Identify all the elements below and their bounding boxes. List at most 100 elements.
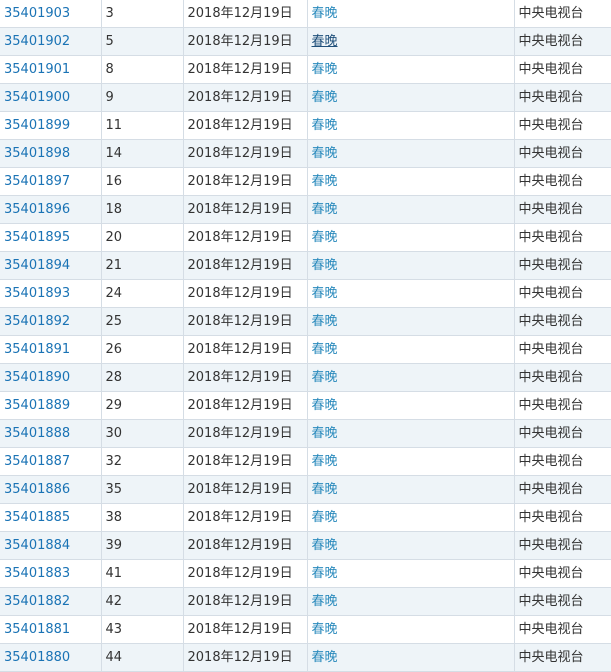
trademark-name-link[interactable]: 春晚 xyxy=(312,34,338,49)
reg-no-cell: 35401888 xyxy=(0,419,102,448)
trademark-name-link[interactable]: 春晚 xyxy=(312,398,338,413)
trademark-name-link[interactable]: 春晚 xyxy=(312,538,338,553)
reg-no-cell: 35401894 xyxy=(0,251,102,280)
trademark-name-link[interactable]: 春晚 xyxy=(312,566,338,581)
date-cell: 2018年12月19日 xyxy=(182,531,308,560)
trademark-name-link[interactable]: 春晚 xyxy=(312,314,338,329)
reg-no-link[interactable]: 35401896 xyxy=(4,202,70,217)
trademark-name-link[interactable]: 春晚 xyxy=(312,146,338,161)
name-cell: 春晚 xyxy=(306,279,515,308)
date-cell: 2018年12月19日 xyxy=(182,83,308,112)
applicant-cell: 中央电视台 xyxy=(513,167,611,196)
reg-no-link[interactable]: 35401881 xyxy=(4,622,70,637)
trademark-name-link[interactable]: 春晚 xyxy=(312,90,338,105)
reg-no-link[interactable]: 35401895 xyxy=(4,230,70,245)
table-row: 35401884 39 2018年12月19日 春晚 中央电视台 xyxy=(0,531,611,560)
applicant-cell: 中央电视台 xyxy=(513,503,611,532)
table-row: 35401898 14 2018年12月19日 春晚 中央电视台 xyxy=(0,139,611,168)
class-cell: 9 xyxy=(100,83,184,112)
reg-no-link[interactable]: 35401888 xyxy=(4,426,70,441)
applicant-cell: 中央电视台 xyxy=(513,111,611,140)
reg-no-link[interactable]: 35401901 xyxy=(4,62,70,77)
reg-no-link[interactable]: 35401880 xyxy=(4,650,70,665)
table-row: 35401886 35 2018年12月19日 春晚 中央电视台 xyxy=(0,475,611,504)
table-row: 35401894 21 2018年12月19日 春晚 中央电视台 xyxy=(0,251,611,280)
name-cell: 春晚 xyxy=(306,27,515,56)
class-cell: 41 xyxy=(100,559,184,588)
date-cell: 2018年12月19日 xyxy=(182,363,308,392)
reg-no-cell: 35401897 xyxy=(0,167,102,196)
trademark-name-link[interactable]: 春晚 xyxy=(312,342,338,357)
trademark-name-link[interactable]: 春晚 xyxy=(312,118,338,133)
class-cell: 3 xyxy=(100,0,184,28)
date-cell: 2018年12月19日 xyxy=(182,279,308,308)
reg-no-cell: 35401899 xyxy=(0,111,102,140)
table-row: 35401897 16 2018年12月19日 春晚 中央电视台 xyxy=(0,167,611,196)
trademark-name-link[interactable]: 春晚 xyxy=(312,6,338,21)
reg-no-link[interactable]: 35401902 xyxy=(4,34,70,49)
class-cell: 30 xyxy=(100,419,184,448)
applicant-cell: 中央电视台 xyxy=(513,307,611,336)
reg-no-link[interactable]: 35401891 xyxy=(4,342,70,357)
trademark-name-link[interactable]: 春晚 xyxy=(312,426,338,441)
date-cell: 2018年12月19日 xyxy=(182,587,308,616)
reg-no-link[interactable]: 35401897 xyxy=(4,174,70,189)
trademark-name-link[interactable]: 春晚 xyxy=(312,286,338,301)
reg-no-link[interactable]: 35401892 xyxy=(4,314,70,329)
reg-no-link[interactable]: 35401886 xyxy=(4,482,70,497)
trademark-name-link[interactable]: 春晚 xyxy=(312,202,338,217)
date-cell: 2018年12月19日 xyxy=(182,419,308,448)
applicant-cell: 中央电视台 xyxy=(513,531,611,560)
trademark-name-link[interactable]: 春晚 xyxy=(312,594,338,609)
reg-no-link[interactable]: 35401894 xyxy=(4,258,70,273)
name-cell: 春晚 xyxy=(306,83,515,112)
reg-no-link[interactable]: 35401884 xyxy=(4,538,70,553)
trademark-name-link[interactable]: 春晚 xyxy=(312,370,338,385)
name-cell: 春晚 xyxy=(306,447,515,476)
reg-no-link[interactable]: 35401885 xyxy=(4,510,70,525)
class-cell: 39 xyxy=(100,531,184,560)
trademark-name-link[interactable]: 春晚 xyxy=(312,510,338,525)
reg-no-link[interactable]: 35401889 xyxy=(4,398,70,413)
applicant-cell: 中央电视台 xyxy=(513,559,611,588)
trademark-name-link[interactable]: 春晚 xyxy=(312,454,338,469)
reg-no-cell: 35401891 xyxy=(0,335,102,364)
reg-no-link[interactable]: 35401883 xyxy=(4,566,70,581)
applicant-cell: 中央电视台 xyxy=(513,419,611,448)
name-cell: 春晚 xyxy=(306,503,515,532)
date-cell: 2018年12月19日 xyxy=(182,475,308,504)
applicant-cell: 中央电视台 xyxy=(513,0,611,28)
trademark-name-link[interactable]: 春晚 xyxy=(312,62,338,77)
date-cell: 2018年12月19日 xyxy=(182,55,308,84)
date-cell: 2018年12月19日 xyxy=(182,335,308,364)
class-cell: 20 xyxy=(100,223,184,252)
applicant-cell: 中央电视台 xyxy=(513,391,611,420)
reg-no-link[interactable]: 35401898 xyxy=(4,146,70,161)
reg-no-link[interactable]: 35401899 xyxy=(4,118,70,133)
trademark-name-link[interactable]: 春晚 xyxy=(312,482,338,497)
applicant-cell: 中央电视台 xyxy=(513,83,611,112)
table-row: 35401880 44 2018年12月19日 春晚 中央电视台 xyxy=(0,643,611,672)
trademark-name-link[interactable]: 春晚 xyxy=(312,622,338,637)
reg-no-link[interactable]: 35401903 xyxy=(4,6,70,21)
table-row: 35401889 29 2018年12月19日 春晚 中央电视台 xyxy=(0,391,611,420)
trademark-name-link[interactable]: 春晚 xyxy=(312,258,338,273)
class-cell: 11 xyxy=(100,111,184,140)
reg-no-link[interactable]: 35401887 xyxy=(4,454,70,469)
trademark-name-link[interactable]: 春晚 xyxy=(312,230,338,245)
class-cell: 18 xyxy=(100,195,184,224)
reg-no-link[interactable]: 35401882 xyxy=(4,594,70,609)
reg-no-cell: 35401893 xyxy=(0,279,102,308)
table-row: 35401883 41 2018年12月19日 春晚 中央电视台 xyxy=(0,559,611,588)
reg-no-cell: 35401882 xyxy=(0,587,102,616)
reg-no-link[interactable]: 35401900 xyxy=(4,90,70,105)
class-cell: 32 xyxy=(100,447,184,476)
trademark-name-link[interactable]: 春晚 xyxy=(312,650,338,665)
class-cell: 14 xyxy=(100,139,184,168)
reg-no-link[interactable]: 35401893 xyxy=(4,286,70,301)
reg-no-link[interactable]: 35401890 xyxy=(4,370,70,385)
reg-no-cell: 35401887 xyxy=(0,447,102,476)
trademark-name-link[interactable]: 春晚 xyxy=(312,174,338,189)
date-cell: 2018年12月19日 xyxy=(182,503,308,532)
applicant-cell: 中央电视台 xyxy=(513,251,611,280)
